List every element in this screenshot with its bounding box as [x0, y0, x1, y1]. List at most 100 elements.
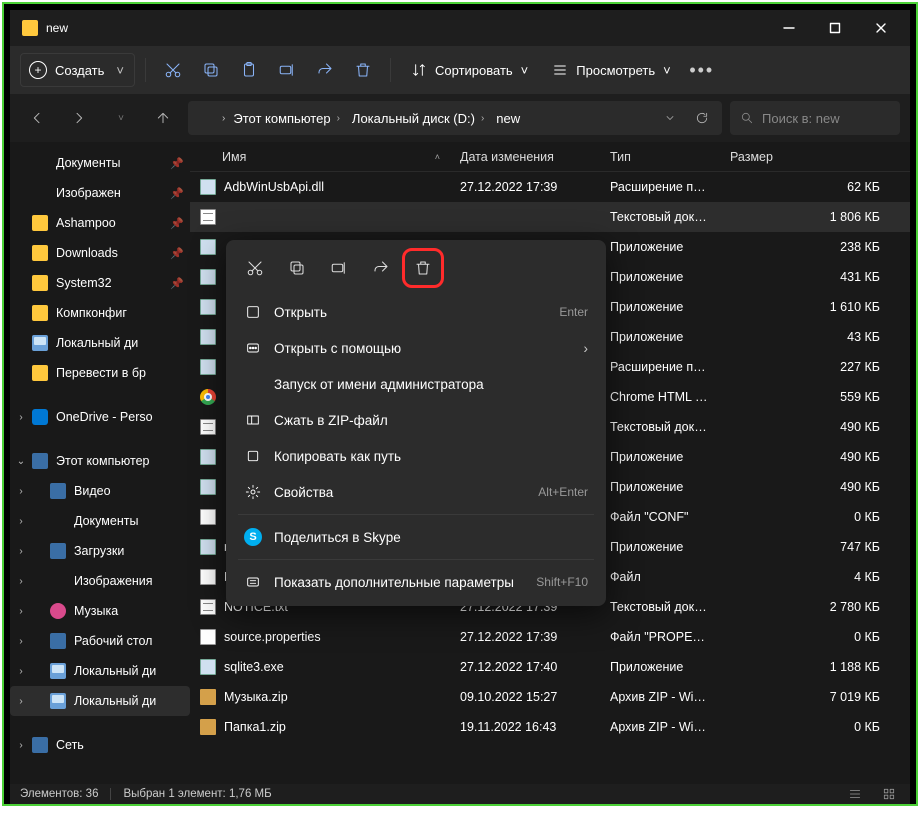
col-size[interactable]: Размер — [720, 150, 910, 164]
exe-icon — [200, 299, 216, 315]
ctx-cut-button[interactable] — [236, 250, 274, 286]
ctx-open[interactable]: ОткрытьEnter — [232, 294, 600, 330]
crumb-thispc[interactable]: Этот компьютер› — [229, 103, 344, 133]
file-type: Chrome HTML Do... — [600, 390, 720, 404]
sidebar-item[interactable]: ›Локальный ди — [10, 686, 190, 716]
ctx-copy-path[interactable]: Копировать как путь — [232, 438, 600, 474]
crumb-folder[interactable]: new — [492, 103, 524, 133]
file-date: 27.12.2022 17:39 — [450, 630, 600, 644]
pin-icon: 📌 — [170, 247, 184, 260]
breadcrumb[interactable]: › Этот компьютер› Локальный диск (D:)› n… — [188, 101, 722, 135]
file-size: 490 КБ — [720, 420, 910, 434]
properties-icon — [244, 483, 262, 501]
search-placeholder: Поиск в: new — [762, 111, 840, 126]
details-view-button[interactable] — [844, 785, 866, 803]
sidebar-item[interactable]: ›Локальный ди — [10, 656, 190, 686]
ctx-show-more[interactable]: Показать дополнительные параметрыShift+F… — [232, 564, 600, 600]
back-button[interactable] — [20, 101, 54, 135]
file-name: sqlite3.exe — [224, 660, 284, 674]
sidebar-onedrive[interactable]: ›OneDrive - Perso — [10, 402, 190, 432]
ctx-open-with[interactable]: Открыть с помощью› — [232, 330, 600, 366]
recent-button[interactable]: ˅ — [104, 101, 138, 135]
window-title: new — [46, 21, 68, 35]
minimize-button[interactable] — [766, 10, 812, 46]
file-type: Расширение при... — [600, 180, 720, 194]
sidebar-network[interactable]: ›Сеть — [10, 730, 190, 760]
sidebar-item[interactable]: Ashampoo📌 — [10, 208, 190, 238]
zip-icon — [200, 689, 216, 705]
pc-icon — [32, 453, 48, 469]
sidebar-item[interactable]: ›Документы — [10, 506, 190, 536]
sidebar-label: Музыка — [74, 604, 118, 618]
share-button[interactable] — [308, 53, 342, 87]
file-size: 490 КБ — [720, 450, 910, 464]
ctx-delete-button[interactable] — [404, 250, 442, 286]
sidebar-item[interactable]: ›Изображения — [10, 566, 190, 596]
status-bar: Элементов: 36 Выбран 1 элемент: 1,76 МБ — [10, 784, 910, 804]
doc-icon — [50, 573, 66, 589]
refresh-button[interactable] — [688, 101, 716, 135]
docfile-icon — [200, 629, 216, 645]
forward-button[interactable] — [62, 101, 96, 135]
ctx-share-button[interactable] — [362, 250, 400, 286]
new-button[interactable]: + Создать ˅ — [20, 53, 135, 87]
ctx-copy-button[interactable] — [278, 250, 316, 286]
col-type[interactable]: Тип — [600, 150, 720, 164]
file-row[interactable]: Текстовый докум...1 806 КБ — [190, 202, 910, 232]
sidebar-item[interactable]: ›Видео — [10, 476, 190, 506]
paste-button[interactable] — [232, 53, 266, 87]
sidebar-label: Перевести в бр — [56, 366, 146, 380]
file-type: Приложение — [600, 330, 720, 344]
sidebar-item[interactable]: Перевести в бр — [10, 358, 190, 388]
sidebar-item[interactable]: ›Рабочий стол — [10, 626, 190, 656]
file-name: source.properties — [224, 630, 321, 644]
window-icon — [22, 20, 38, 36]
file-size: 0 КБ — [720, 720, 910, 734]
file-row[interactable]: AdbWinUsbApi.dll27.12.2022 17:39Расширен… — [190, 172, 910, 202]
ctx-properties[interactable]: СвойстваAlt+Enter — [232, 474, 600, 510]
sidebar-item[interactable]: ›Загрузки — [10, 536, 190, 566]
sidebar-item[interactable]: Локальный ди — [10, 328, 190, 358]
rename-button[interactable] — [270, 53, 304, 87]
file-type: Архив ZIP - WinR... — [600, 690, 720, 704]
history-dropdown[interactable] — [656, 101, 684, 135]
ctx-rename-button[interactable] — [320, 250, 358, 286]
crumb-drive[interactable]: Локальный диск (D:)› — [348, 103, 488, 133]
sidebar-item[interactable]: Downloads📌 — [10, 238, 190, 268]
file-row[interactable]: Папка1.zip19.11.2022 16:43Архив ZIP - Wi… — [190, 712, 910, 742]
delete-button[interactable] — [346, 53, 380, 87]
ctx-share-skype[interactable]: S Поделиться в Skype — [232, 519, 600, 555]
file-size: 559 КБ — [720, 390, 910, 404]
sidebar-item[interactable]: Документы📌 — [10, 148, 190, 178]
file-size: 431 КБ — [720, 270, 910, 284]
view-button[interactable]: Просмотреть ˅ — [542, 53, 681, 87]
ctx-run-admin[interactable]: Запуск от имени администратора — [232, 366, 600, 402]
search-box[interactable]: Поиск в: new — [730, 101, 900, 135]
col-date[interactable]: Дата изменения — [450, 150, 600, 164]
file-row[interactable]: Музыка.zip09.10.2022 15:27Архив ZIP - Wi… — [190, 682, 910, 712]
file-type: Расширение при... — [600, 360, 720, 374]
file-date: 27.12.2022 17:39 — [450, 180, 600, 194]
file-row[interactable]: sqlite3.exe27.12.2022 17:40Приложение1 1… — [190, 652, 910, 682]
pin-icon: 📌 — [170, 277, 184, 290]
file-row[interactable]: source.properties27.12.2022 17:39Файл "P… — [190, 622, 910, 652]
cut-button[interactable] — [156, 53, 190, 87]
ctx-compress-zip[interactable]: Сжать в ZIP-файл — [232, 402, 600, 438]
sidebar-item[interactable]: Компконфиг — [10, 298, 190, 328]
up-button[interactable] — [146, 101, 180, 135]
copy-button[interactable] — [194, 53, 228, 87]
sidebar-thispc[interactable]: ⌄Этот компьютер — [10, 446, 190, 476]
maximize-button[interactable] — [812, 10, 858, 46]
col-name[interactable]: Имя˄ — [190, 150, 450, 164]
more-button[interactable]: ••• — [685, 53, 719, 87]
disp-icon — [50, 543, 66, 559]
close-button[interactable] — [858, 10, 904, 46]
sidebar-item[interactable]: ›Музыка — [10, 596, 190, 626]
sort-button[interactable]: Сортировать ˅ — [401, 53, 538, 87]
skype-icon: S — [244, 528, 262, 546]
sort-icon — [411, 62, 427, 78]
sidebar-item[interactable]: System32📌 — [10, 268, 190, 298]
sidebar-item[interactable]: Изображен📌 — [10, 178, 190, 208]
plus-icon: + — [29, 61, 47, 79]
tiles-view-button[interactable] — [878, 785, 900, 803]
